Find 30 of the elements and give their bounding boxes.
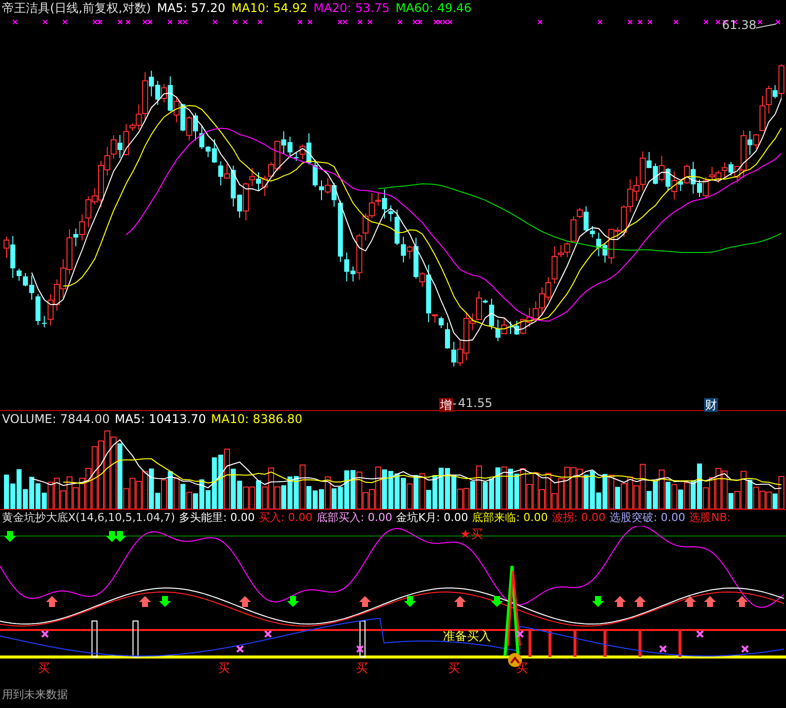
stock-title: 帝王洁具(日线,前复权,对数) xyxy=(2,0,151,16)
event-badge: 财 xyxy=(704,398,718,412)
volume-ma-value: MA10: 8386.80 xyxy=(211,411,302,427)
prepare-buy-label: 准备买入 xyxy=(443,630,491,644)
volume-ma-value: MA5: 10413.70 xyxy=(114,411,206,427)
ma-value: MA20: 53.75 xyxy=(313,0,390,16)
future-data-note: 用到未来数据 xyxy=(1,687,69,703)
buy-label: 买 xyxy=(448,662,460,676)
low-price-label: 41.55 xyxy=(458,397,492,410)
high-price-label: 61.38 xyxy=(722,19,756,32)
ma-value: MA10: 54.92 xyxy=(231,0,308,16)
buy-label: 买 xyxy=(356,662,368,676)
indicator-value: 买入: 0.00 xyxy=(258,510,312,526)
ma-value: MA5: 57.20 xyxy=(157,0,226,16)
buy-signal-label: ★买 xyxy=(460,528,483,542)
indicator-value: 波拐: 0.00 xyxy=(552,510,606,526)
indicator-value: 金坑K月: 0.00 xyxy=(396,510,468,526)
indicator-value: 多头能里: 0.00 xyxy=(179,510,255,526)
event-badge: 增 xyxy=(439,398,453,412)
indicator-value: 选股NB: xyxy=(689,510,731,526)
leader-line xyxy=(756,24,776,28)
ma-value: MA60: 49.46 xyxy=(396,0,472,16)
indicator-title: 黄金坑抄大底X(14,6,10,5,1.04,7) xyxy=(2,510,176,526)
buy-label: 买 xyxy=(38,662,50,676)
buy-label: 买 xyxy=(516,662,528,676)
indicator-value: 底部来临: 0.00 xyxy=(472,510,548,526)
indicator-value: 选股突破: 0.00 xyxy=(610,510,686,526)
indicator-value: 底部买入: 0.00 xyxy=(316,510,392,526)
volume-title: VOLUME: 7844.00 xyxy=(2,411,110,427)
buy-label: 买 xyxy=(218,662,230,676)
